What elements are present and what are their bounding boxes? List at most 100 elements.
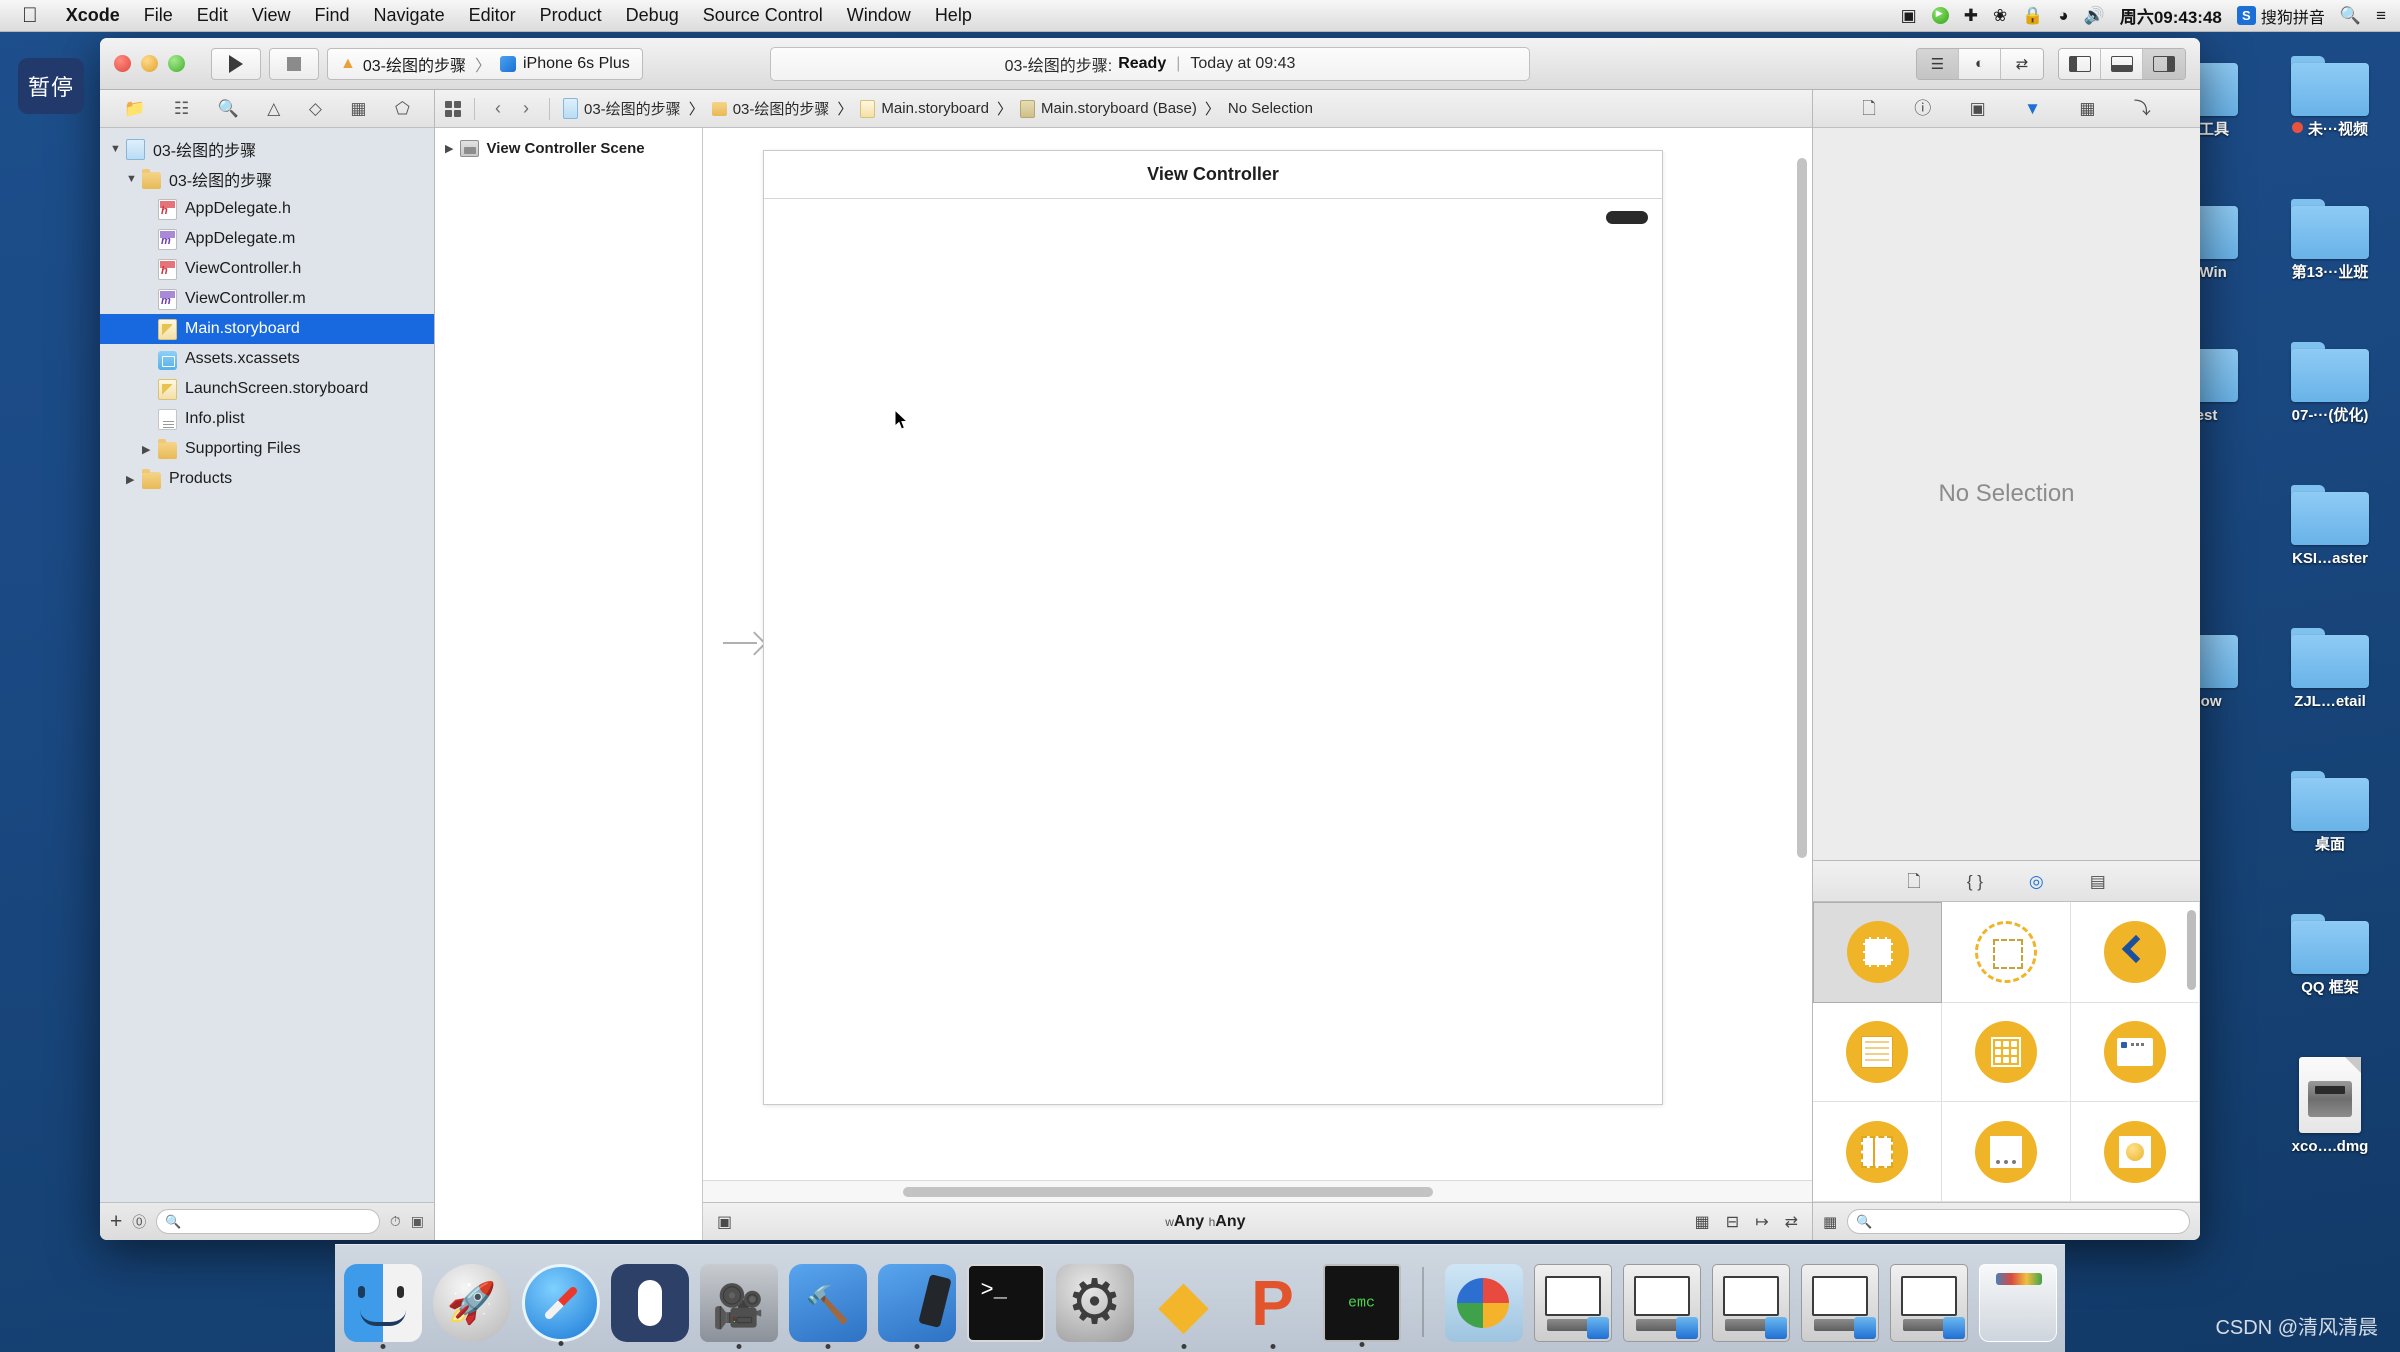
pin-icon[interactable]: ↦	[1755, 1212, 1768, 1232]
wifi-icon[interactable]: ◕	[2058, 7, 2068, 24]
dock-minimized-window-1[interactable]	[1533, 1264, 1612, 1342]
dock-minimized-window-2[interactable]	[1622, 1264, 1701, 1342]
library-item-tab-bar-controller[interactable]	[2071, 1002, 2200, 1103]
navigator-row-supporting-files[interactable]: ▶ Supporting Files	[100, 434, 434, 464]
library-item-split-view-controller[interactable]	[1813, 1102, 1942, 1202]
library-search-field[interactable]: 🔍	[1847, 1209, 2190, 1234]
canvas-horizontal-scrollbar[interactable]	[903, 1187, 1433, 1197]
dock-item-xcode-simulator[interactable]	[877, 1264, 956, 1349]
disclosure-triangle-icon[interactable]: ▼	[110, 143, 123, 155]
desktop-icon[interactable]: 桌面	[2275, 771, 2385, 853]
code-snippet-library-icon[interactable]: { }	[1967, 873, 1983, 890]
menu-item-edit[interactable]: Edit	[185, 5, 240, 26]
breadcrumb-project[interactable]: 03-绘图的步骤	[563, 98, 681, 119]
version-editor-button[interactable]: ⇄	[2001, 48, 2043, 79]
dock-item-mouse-app[interactable]	[610, 1264, 689, 1342]
desktop-icon[interactable]: ZJL…etail	[2275, 628, 2385, 710]
test-navigator-icon[interactable]: ◇	[309, 100, 322, 117]
screen-record-icon[interactable]: ▣	[1901, 7, 1917, 24]
debug-navigator-icon[interactable]: ▦	[350, 100, 366, 117]
view-controller-scene[interactable]: View Controller	[763, 150, 1663, 1105]
library-item-gl-kit-view-controller[interactable]	[2071, 1102, 2200, 1202]
view-as-button[interactable]: ▣	[717, 1212, 732, 1232]
quick-help-inspector-icon[interactable]: ⓘ	[1914, 100, 1931, 117]
menu-item-source-control[interactable]: Source Control	[691, 5, 835, 26]
navigator-row-viewcontroller-m[interactable]: m ViewController.m	[100, 284, 434, 314]
menu-item-window[interactable]: Window	[835, 5, 923, 26]
dock-item-launchpad[interactable]	[432, 1264, 511, 1342]
desktop-icon[interactable]: 07-···(优化)	[2275, 342, 2385, 424]
search-icon[interactable]: 🔍	[2340, 7, 2361, 24]
find-navigator-icon[interactable]: 🔍	[218, 100, 239, 117]
dock-item-paw[interactable]	[1234, 1264, 1312, 1349]
navigator-filter-field[interactable]: 🔍	[156, 1209, 380, 1234]
navigator-filter-input[interactable]	[187, 1213, 371, 1230]
dock-minimized-window-4[interactable]	[1800, 1264, 1879, 1342]
menu-item-navigate[interactable]: Navigate	[362, 5, 457, 26]
navigator-row-infoplist[interactable]: Info.plist	[100, 404, 434, 434]
disclosure-triangle-icon[interactable]: ▶	[445, 142, 453, 155]
outline-row-scene[interactable]: ▶ View Controller Scene	[435, 140, 702, 157]
back-button[interactable]: ‹	[488, 98, 508, 119]
source-control-navigator-icon[interactable]: ☷	[174, 100, 189, 117]
desktop-icon[interactable]: 未···视频	[2275, 56, 2385, 138]
menu-item-xcode[interactable]: Xcode	[54, 5, 132, 26]
issue-navigator-icon[interactable]: △	[267, 100, 280, 117]
project-navigator-icon[interactable]: 📁	[124, 100, 145, 117]
object-library-icon[interactable]: ◎	[2029, 873, 2044, 890]
desktop-icon[interactable]: xco….dmg	[2275, 1057, 2385, 1155]
view-controller-view[interactable]	[764, 200, 1662, 1104]
dock-item-stacks-folder[interactable]	[1444, 1264, 1523, 1342]
attributes-inspector-icon[interactable]: ▼	[2024, 100, 2041, 117]
modified-files-icon[interactable]: ▣	[411, 1213, 424, 1230]
navigator-row-products[interactable]: ▶ Products	[100, 464, 434, 494]
dock-item-quicktime-player[interactable]	[699, 1264, 778, 1349]
breakpoint-navigator-icon[interactable]: ⬠	[395, 100, 410, 117]
resolve-issues-icon[interactable]: ⇄	[1785, 1212, 1798, 1232]
breadcrumb-storyboard-base[interactable]: Main.storyboard (Base)	[1019, 99, 1197, 118]
volume-icon[interactable]: 🔊	[2084, 7, 2105, 24]
minimize-button[interactable]	[141, 55, 158, 72]
control-center-icon[interactable]: ≡	[2376, 7, 2386, 24]
scheme-selector[interactable]: ▲ 03-绘图的步骤 〉 iPhone 6s Plus	[327, 47, 643, 80]
media-library-icon[interactable]: ▤	[2090, 873, 2106, 890]
menu-item-product[interactable]: Product	[528, 5, 614, 26]
library-item-storyboard-reference[interactable]	[1942, 902, 2071, 1003]
clock-icon[interactable]: ⏱	[390, 1213, 401, 1230]
dock-item-system-preferences[interactable]	[1055, 1264, 1134, 1342]
breadcrumb-selection[interactable]: No Selection	[1228, 100, 1313, 117]
run-button[interactable]	[211, 47, 261, 80]
dock-minimized-window-3[interactable]	[1711, 1264, 1790, 1342]
grid-view-icon[interactable]: ▦	[1823, 1213, 1837, 1231]
menu-item-editor[interactable]: Editor	[457, 5, 528, 26]
dock-minimized-window-5[interactable]	[1889, 1264, 1968, 1342]
navigator-row-group[interactable]: ▼ 03-绘图的步骤	[100, 164, 434, 194]
dock-item-terminal[interactable]	[966, 1264, 1045, 1342]
file-template-library-icon[interactable]: 🗋	[1907, 873, 1921, 890]
navigator-toggle-button[interactable]	[2059, 48, 2101, 79]
desktop-icon[interactable]: QQ 框架	[2275, 914, 2385, 996]
align-icon[interactable]: ⊟	[1726, 1212, 1739, 1232]
forward-button[interactable]: ›	[516, 98, 536, 119]
add-file-button[interactable]: +	[110, 1211, 122, 1232]
library-search-input[interactable]	[1872, 1213, 2181, 1230]
disclosure-triangle-icon[interactable]: ▶	[126, 473, 139, 486]
dock-item-emacs[interactable]	[1322, 1264, 1401, 1347]
size-inspector-icon[interactable]: ▦	[2079, 100, 2095, 117]
navigator-row-assets[interactable]: Assets.xcassets	[100, 344, 434, 374]
menu-item-view[interactable]: View	[240, 5, 303, 26]
desktop-icon[interactable]: 第13···业班	[2275, 199, 2385, 281]
library-item-view-controller[interactable]	[1813, 902, 1942, 1003]
navigator-row-appdelegate-h[interactable]: h AppDelegate.h	[100, 194, 434, 224]
dock-item-finder[interactable]	[343, 1264, 422, 1349]
menu-item-help[interactable]: Help	[923, 5, 984, 26]
play-green-icon[interactable]	[1931, 7, 1949, 24]
menu-item-file[interactable]: File	[132, 5, 185, 26]
identity-inspector-icon[interactable]: ▣	[1970, 100, 1986, 117]
size-class-indicator[interactable]: wAny hAny	[1165, 1213, 1245, 1231]
menu-item-find[interactable]: Find	[303, 5, 362, 26]
library-item-table-view-controller[interactable]	[1813, 1002, 1942, 1103]
storyboard-canvas[interactable]: View Controller	[703, 128, 1812, 1180]
library-item-navigation-controller[interactable]	[2071, 902, 2200, 1003]
input-method-indicator[interactable]: S 搜狗拼音	[2236, 4, 2325, 28]
